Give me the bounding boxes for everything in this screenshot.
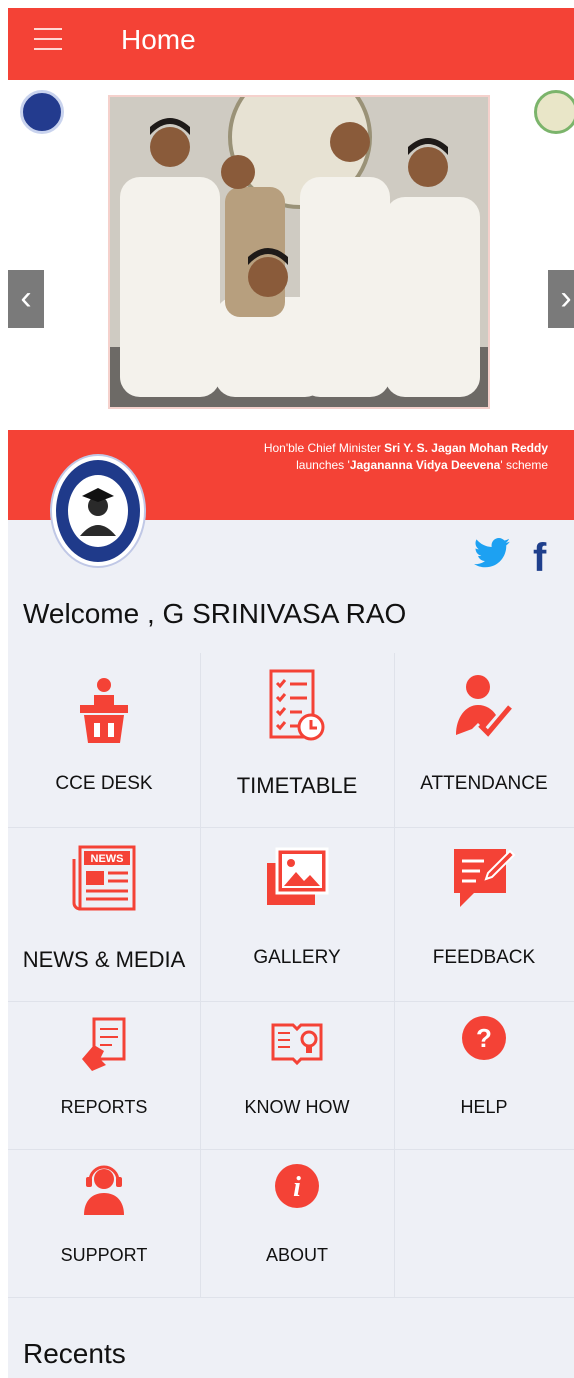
banner-photo — [108, 95, 490, 409]
newspaper-icon: NEWS — [72, 845, 136, 916]
support-tile[interactable]: SUPPORT — [8, 1149, 201, 1297]
feedback-tile[interactable]: FEEDBACK — [394, 827, 574, 1001]
menu-row: NEWS NEWS & MEDIA GALLERY FEEDBACK — [8, 827, 574, 1002]
state-emblem-icon — [534, 90, 574, 134]
top-app-bar: Home — [8, 8, 574, 80]
headset-icon — [82, 1163, 126, 1222]
question-icon: ? — [461, 1015, 507, 1066]
caption-name: Sri Y. S. Jagan Mohan Reddy — [384, 441, 548, 455]
caption-scheme: Jagananna Vidya Deevena — [349, 458, 501, 472]
reports-tile[interactable]: REPORTS — [8, 1001, 201, 1149]
cce-desk-tile[interactable]: CCE DESK — [8, 653, 201, 827]
gallery-tile[interactable]: GALLERY — [200, 827, 395, 1001]
desk-person-icon — [76, 675, 132, 750]
app-screen: Home ‹ › Hon'ble Chief Minister Sri Y. S… — [8, 8, 574, 1378]
person-check-icon — [454, 673, 514, 744]
facebook-icon[interactable]: f — [533, 538, 546, 578]
commissionerate-emblem — [52, 456, 144, 566]
attendance-tile[interactable]: ATTENDANCE — [394, 653, 574, 827]
recents-heading: Recents — [23, 1338, 126, 1369]
menu-row: REPORTS KNOW HOW ? HELP — [8, 1001, 574, 1150]
report-hand-icon — [80, 1017, 128, 1078]
help-tile[interactable]: ? HELP — [394, 1001, 574, 1149]
caption-launches: launches ' — [296, 458, 350, 472]
timetable-tile[interactable]: TIMETABLE — [200, 653, 395, 827]
menu-row: CCE DESK TIMETABLE ATTENDANCE — [8, 653, 574, 828]
welcome-text: Welcome , G SRINIVASA RAO — [23, 598, 407, 629]
hamburger-menu-icon[interactable] — [30, 18, 70, 58]
commissionerate-logo-icon — [20, 90, 64, 134]
carousel-next-icon[interactable]: › — [548, 270, 574, 328]
menu-label: FEEDBACK — [432, 947, 536, 968]
empty-tile — [394, 1149, 574, 1297]
menu-label: HELP — [460, 1097, 508, 1117]
menu-label: TIMETABLE — [236, 773, 358, 798]
banner-carousel[interactable]: ‹ › Hon'ble Chief Minister Sri Y. S. Jag… — [8, 80, 574, 520]
page-title: Home — [121, 24, 196, 55]
menu-label: ATTENDANCE — [420, 773, 548, 794]
svg-text:i: i — [293, 1172, 301, 1203]
svg-text:NEWS: NEWS — [91, 853, 124, 865]
info-icon: i — [274, 1163, 320, 1214]
images-icon — [265, 845, 329, 916]
checklist-clock-icon — [267, 669, 327, 748]
menu-label: KNOW HOW — [244, 1097, 350, 1117]
svg-text:?: ? — [476, 1023, 492, 1053]
banner-caption: Hon'ble Chief Minister Sri Y. S. Jagan M… — [248, 440, 548, 474]
menu-label: ABOUT — [265, 1245, 328, 1265]
menu-label: GALLERY — [253, 947, 341, 968]
carousel-prev-icon[interactable]: ‹ — [8, 270, 44, 328]
menu-label: NEWS & MEDIA — [22, 947, 186, 972]
menu-row: SUPPORT i ABOUT — [8, 1149, 574, 1298]
caption-prefix: Hon'ble Chief Minister — [263, 441, 385, 455]
caption-suffix: ' scheme — [500, 458, 548, 472]
book-bulb-icon — [271, 1017, 323, 1074]
news-media-tile[interactable]: NEWS NEWS & MEDIA — [8, 827, 201, 1001]
about-tile[interactable]: i ABOUT — [200, 1149, 395, 1297]
menu-label: SUPPORT — [60, 1245, 148, 1265]
feedback-note-icon — [452, 845, 516, 920]
twitter-icon[interactable] — [474, 538, 510, 573]
know-how-tile[interactable]: KNOW HOW — [200, 1001, 395, 1149]
menu-label: CCE DESK — [55, 773, 153, 794]
menu-label: REPORTS — [60, 1097, 148, 1117]
